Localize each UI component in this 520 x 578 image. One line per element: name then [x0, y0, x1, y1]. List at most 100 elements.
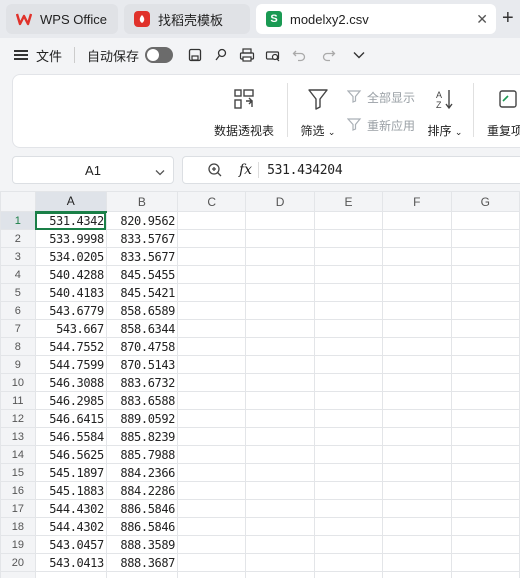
row-header[interactable]: 6 — [0, 301, 36, 320]
cell[interactable] — [245, 499, 315, 518]
cell[interactable] — [245, 427, 315, 446]
cell[interactable] — [313, 517, 384, 536]
cell[interactable]: 546.6415 — [34, 409, 107, 428]
cell[interactable] — [176, 445, 247, 464]
cell[interactable] — [245, 481, 315, 500]
cell[interactable]: 543.667 — [34, 319, 107, 338]
row-header[interactable]: 4 — [0, 265, 36, 284]
cell[interactable] — [313, 535, 384, 554]
cell[interactable]: 543.0413 — [34, 553, 107, 572]
file-menu[interactable]: 文件 — [36, 46, 62, 65]
cell[interactable] — [176, 247, 247, 266]
row-header[interactable]: 14 — [0, 445, 36, 464]
cell[interactable]: 540.4183 — [34, 283, 107, 302]
cell[interactable] — [382, 247, 452, 266]
cell[interactable] — [176, 319, 247, 338]
cell[interactable] — [245, 571, 315, 578]
cell[interactable] — [382, 427, 452, 446]
cell[interactable]: 544.4302 — [34, 499, 107, 518]
cell[interactable] — [450, 553, 520, 572]
cell[interactable] — [176, 337, 247, 356]
chevron-down-icon[interactable] — [155, 165, 165, 180]
cell[interactable]: 533.9998 — [34, 229, 107, 248]
cell[interactable] — [245, 337, 315, 356]
cell[interactable] — [450, 571, 520, 578]
cell[interactable] — [450, 535, 520, 554]
cell[interactable] — [245, 373, 315, 392]
selected-cell[interactable]: 531.4342 — [34, 211, 107, 230]
cell[interactable] — [313, 463, 384, 482]
cell[interactable] — [176, 229, 247, 248]
cell[interactable] — [382, 211, 452, 230]
cell[interactable] — [313, 373, 384, 392]
cell[interactable]: 885.7988 — [105, 445, 179, 464]
sort-button[interactable]: AZ 排序 ⌄ — [425, 87, 465, 139]
cell[interactable]: 883.6732 — [105, 373, 179, 392]
tab-wps-office[interactable]: WPS Office — [6, 4, 118, 34]
cell[interactable] — [382, 499, 452, 518]
cell[interactable] — [313, 445, 384, 464]
cell[interactable]: 543.6779 — [34, 301, 107, 320]
cell[interactable] — [450, 229, 520, 248]
cell[interactable] — [245, 517, 315, 536]
cell[interactable] — [313, 211, 384, 230]
row-header[interactable]: 5 — [0, 283, 36, 302]
print-preview-icon[interactable] — [265, 47, 281, 63]
cell[interactable] — [382, 535, 452, 554]
cell[interactable] — [245, 283, 315, 302]
cell[interactable] — [313, 571, 384, 578]
cell[interactable]: 886.5846 — [105, 499, 179, 518]
row-header[interactable]: 2 — [0, 229, 36, 248]
row-header[interactable]: 20 — [0, 553, 36, 572]
cell[interactable]: 833.5677 — [105, 247, 179, 266]
row-header[interactable] — [0, 571, 36, 578]
cell[interactable] — [313, 265, 384, 284]
cell[interactable] — [176, 535, 247, 554]
cell[interactable] — [382, 337, 452, 356]
cell[interactable] — [450, 211, 520, 230]
cell[interactable] — [313, 481, 384, 500]
cell[interactable]: 858.6344 — [105, 319, 179, 338]
cell[interactable] — [313, 499, 384, 518]
cell[interactable]: 544.7599 — [34, 355, 107, 374]
cell[interactable] — [176, 373, 247, 392]
cell[interactable]: 544.4302 — [34, 517, 107, 536]
cell[interactable]: 888.3687 — [105, 553, 179, 572]
cell[interactable]: 884.2286 — [105, 481, 179, 500]
cell[interactable]: 870.5143 — [105, 355, 179, 374]
row-header[interactable]: 18 — [0, 517, 36, 536]
cell[interactable] — [450, 427, 520, 446]
row-header[interactable]: 16 — [0, 481, 36, 500]
cell[interactable]: 545.1897 — [34, 463, 107, 482]
cell[interactable] — [245, 355, 315, 374]
cell[interactable] — [450, 319, 520, 338]
cell[interactable] — [176, 301, 247, 320]
cell[interactable] — [450, 481, 520, 500]
cell[interactable] — [382, 391, 452, 410]
cell[interactable] — [176, 499, 247, 518]
cell[interactable] — [176, 463, 247, 482]
row-header[interactable]: 17 — [0, 499, 36, 518]
cell[interactable] — [450, 517, 520, 536]
cell[interactable] — [313, 283, 384, 302]
row-header[interactable]: 19 — [0, 535, 36, 554]
select-all-corner[interactable] — [0, 191, 36, 212]
cell[interactable] — [245, 409, 315, 428]
save-icon[interactable] — [187, 47, 203, 63]
cell[interactable] — [450, 337, 520, 356]
cell[interactable] — [450, 265, 520, 284]
cell[interactable]: 889.0592 — [105, 409, 179, 428]
cell[interactable] — [313, 391, 384, 410]
cell[interactable] — [382, 481, 452, 500]
cell[interactable] — [245, 553, 315, 572]
cell[interactable]: 546.3088 — [34, 373, 107, 392]
column-header-d[interactable]: D — [245, 191, 315, 212]
cell[interactable] — [176, 553, 247, 572]
cell[interactable] — [245, 463, 315, 482]
cell[interactable] — [176, 571, 247, 578]
cell[interactable] — [313, 355, 384, 374]
row-header[interactable]: 8 — [0, 337, 36, 356]
row-header[interactable]: 11 — [0, 391, 36, 410]
autosave-toggle[interactable] — [145, 47, 174, 63]
cell[interactable] — [450, 445, 520, 464]
